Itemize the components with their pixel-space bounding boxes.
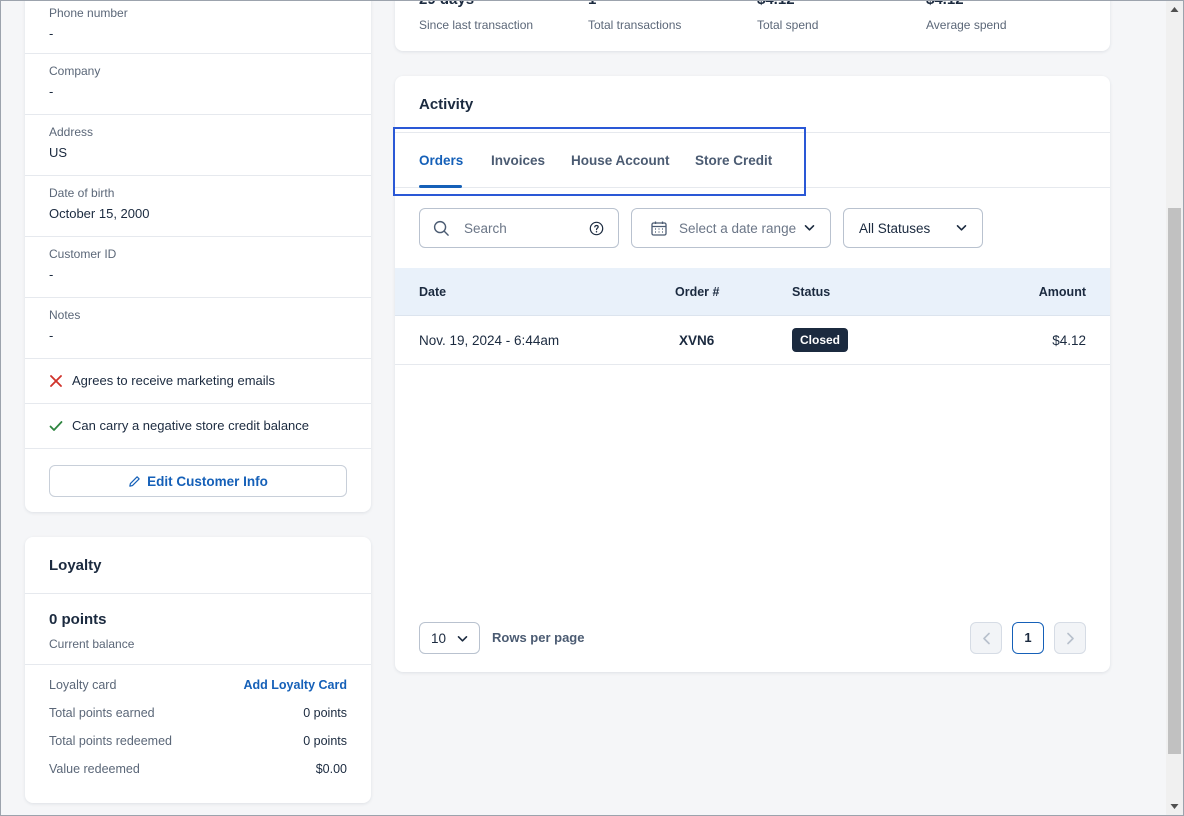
points-balance-label: Current balance (49, 637, 135, 651)
field-value: - (49, 26, 54, 41)
field-value: October 15, 2000 (49, 206, 150, 221)
flag-negative-store-credit: Can carry a negative store credit balanc… (25, 404, 371, 449)
divider (25, 593, 371, 594)
tabs-highlight-box (393, 127, 806, 196)
loyalty-row-label: Total points earned (49, 706, 155, 720)
field-value: - (49, 267, 54, 282)
previous-page-button[interactable] (970, 622, 1002, 654)
field-label: Date of birth (49, 186, 115, 200)
vertical-scrollbar[interactable] (1166, 1, 1183, 815)
stat-value: $4.12 (757, 0, 795, 8)
stat-value: 1 (588, 0, 596, 8)
loyalty-row-value: 0 points (303, 734, 347, 748)
page-button-current[interactable]: 1 (1012, 622, 1044, 654)
rows-per-page-select[interactable]: 10 (419, 622, 480, 654)
check-icon (49, 421, 63, 431)
stats-card: 29 days Since last transaction 1 Total t… (395, 0, 1110, 51)
chevron-right-icon (1067, 632, 1074, 645)
column-header-status[interactable]: Status (792, 285, 830, 299)
activity-card: Activity Orders Invoices House Account S… (393, 76, 1110, 672)
table-header: Date Order # Status Amount (395, 268, 1110, 316)
activity-title: Activity (419, 96, 474, 113)
date-range-picker[interactable]: Select a date range (631, 208, 831, 248)
rows-per-page-value: 10 (431, 631, 447, 646)
field-label: Notes (49, 308, 81, 322)
search-input[interactable]: Search (419, 208, 619, 248)
chevron-down-icon (956, 225, 967, 231)
stat-label: Since last transaction (419, 18, 534, 32)
flag-text: Agrees to receive marketing emails (72, 373, 276, 388)
search-icon (433, 220, 449, 236)
chevron-down-icon (457, 636, 468, 642)
field-value: - (49, 328, 54, 343)
order-number[interactable]: XVN6 (679, 333, 714, 348)
column-header-date[interactable]: Date (419, 285, 446, 299)
field-label: Customer ID (49, 247, 117, 261)
scrollbar-thumb[interactable] (1168, 208, 1181, 754)
loyalty-row-value: $0.00 (315, 762, 347, 776)
flag-marketing-emails: Agrees to receive marketing emails (25, 359, 371, 404)
stat-label: Total transactions (588, 18, 682, 32)
field-phone-number: Phone number - (25, 0, 371, 54)
loyalty-row-label: Value redeemed (49, 762, 140, 776)
field-date-of-birth: Date of birth October 15, 2000 (25, 176, 371, 237)
status-badge: Closed (792, 328, 849, 352)
x-icon (50, 375, 62, 387)
field-value: US (49, 145, 68, 160)
field-notes: Notes - (25, 298, 371, 359)
loyalty-row-label: Loyalty card (49, 678, 117, 692)
scroll-up-icon[interactable] (1170, 5, 1179, 14)
column-header-amount[interactable]: Amount (1039, 285, 1086, 299)
stat-value: 29 days (419, 0, 474, 8)
customer-info-card: Phone number - Company - Address US Date… (25, 0, 371, 512)
loyalty-card: Loyalty 0 points Current balance Loyalty… (25, 537, 371, 803)
pencil-icon (129, 475, 140, 487)
stat-label: Total spend (757, 18, 819, 32)
stat-value: $4.12 (926, 0, 964, 8)
rows-per-page-label: Rows per page (492, 630, 585, 645)
field-address: Address US (25, 115, 371, 176)
scroll-down-icon[interactable] (1170, 802, 1179, 811)
edit-customer-info-button[interactable]: Edit Customer Info (49, 465, 347, 497)
chevron-down-icon (804, 225, 815, 231)
field-customer-id: Customer ID - (25, 237, 371, 298)
flag-text: Can carry a negative store credit balanc… (72, 418, 310, 433)
chevron-left-icon (983, 632, 990, 645)
table-row[interactable]: Nov. 19, 2024 - 6:44am XVN6 Closed $4.12 (395, 316, 1110, 365)
help-icon[interactable] (589, 221, 604, 236)
search-placeholder: Search (464, 221, 507, 236)
status-filter-value: All Statuses (859, 221, 931, 236)
points-balance: 0 points (49, 611, 107, 628)
next-page-button[interactable] (1054, 622, 1086, 654)
status-filter-select[interactable]: All Statuses (843, 208, 983, 248)
field-value: - (49, 84, 54, 99)
date-range-placeholder: Select a date range (679, 221, 797, 236)
order-amount: $4.12 (1052, 333, 1086, 348)
loyalty-row-value: 0 points (303, 706, 347, 720)
calendar-icon (651, 221, 667, 236)
loyalty-title: Loyalty (49, 557, 102, 574)
field-label: Phone number (49, 6, 128, 20)
field-company: Company - (25, 54, 371, 115)
column-header-order[interactable]: Order # (675, 285, 719, 299)
add-loyalty-card-link[interactable]: Add Loyalty Card (244, 678, 348, 692)
edit-customer-info-label: Edit Customer Info (147, 473, 268, 489)
field-label: Address (49, 125, 94, 139)
stat-label: Average spend (926, 18, 1007, 32)
loyalty-row-label: Total points redeemed (49, 734, 172, 748)
order-date: Nov. 19, 2024 - 6:44am (419, 333, 560, 348)
divider (25, 664, 371, 665)
field-label: Company (49, 64, 101, 78)
